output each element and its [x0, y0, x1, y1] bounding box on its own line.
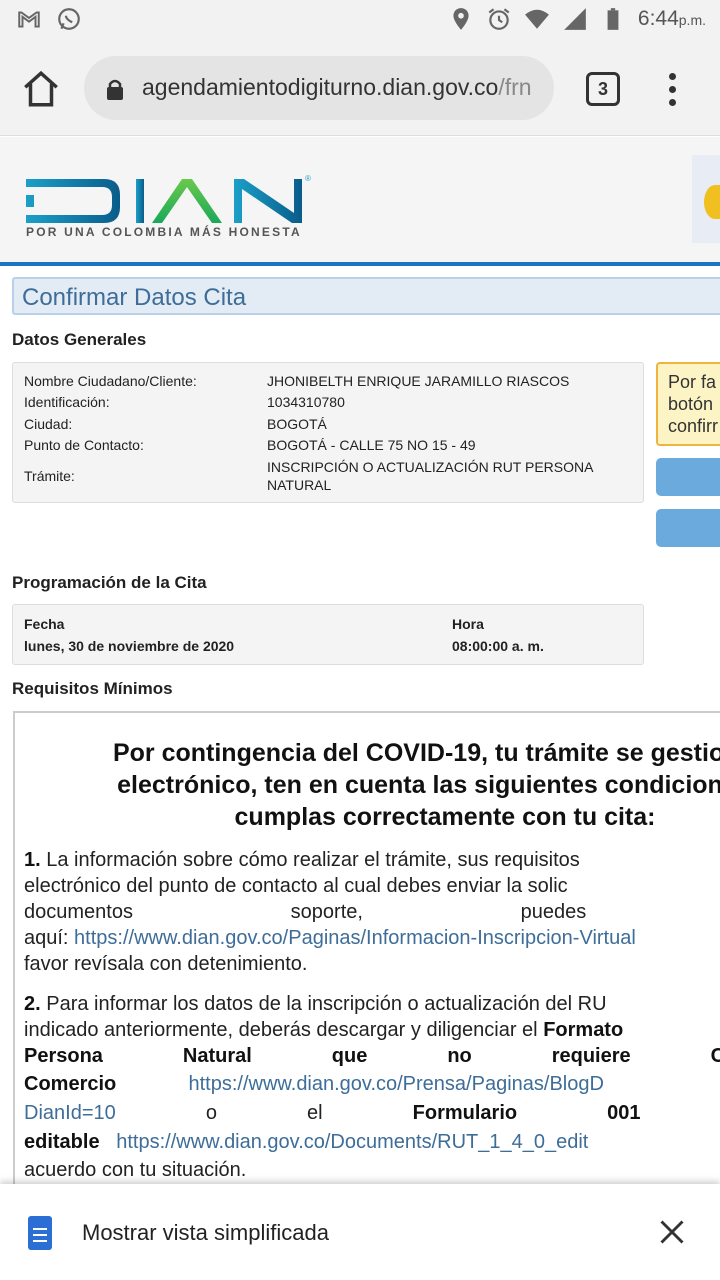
- confirm-button[interactable]: [656, 458, 720, 496]
- covid-headline: Por contingencia del COVID-19, tu trámit…: [112, 739, 720, 831]
- time-value: 08:00:00 a. m.: [452, 638, 544, 654]
- identification-value: 1034310780: [267, 394, 345, 410]
- colombia-crest: [692, 155, 720, 243]
- page-title: Confirmar Datos Cita: [22, 284, 247, 311]
- procedure-label: Trámite:: [24, 468, 75, 484]
- address-bar[interactable]: agendamientodigiturno.dian.gov.co/frn: [84, 56, 554, 120]
- svg-text:®: ®: [305, 174, 311, 183]
- general-data-panel: Nombre Ciudadano/Cliente: JHONIBELTH ENR…: [12, 362, 644, 503]
- close-icon[interactable]: [658, 1218, 686, 1246]
- contact-point-value: BOGOTÁ - CALLE 75 NO 15 - 49: [267, 437, 476, 453]
- status-bar: 6:44p.m.: [0, 0, 720, 40]
- format-download-link[interactable]: https://www.dian.gov.co/Prensa/Paginas/B…: [189, 1073, 604, 1095]
- browser-toolbar: agendamientodigiturno.dian.gov.co/frn 3: [0, 40, 720, 136]
- simplified-view-bar[interactable]: Mostrar vista simplificada: [0, 1184, 720, 1280]
- date-value: lunes, 30 de noviembre de 2020: [24, 638, 235, 654]
- location-icon: [453, 8, 469, 30]
- lock-icon: [107, 79, 123, 100]
- schedule-heading: Programación de la Cita: [12, 573, 207, 592]
- page-title-bar: Confirmar Datos Cita: [12, 277, 720, 315]
- signal-icon: [564, 8, 586, 30]
- contact-point-label: Punto de Contacto:: [24, 437, 144, 453]
- identification-label: Identificación:: [24, 394, 110, 410]
- client-name-value: JHONIBELTH ENRIQUE JARAMILLO RIASCOS: [267, 373, 570, 389]
- alarm-icon: [488, 8, 510, 30]
- header-divider: [0, 262, 720, 266]
- cancel-button[interactable]: [656, 509, 720, 547]
- gmail-icon: [18, 11, 40, 28]
- whatsapp-icon: [58, 8, 80, 30]
- simplified-view-label[interactable]: Mostrar vista simplificada: [82, 1220, 329, 1246]
- time-label: Hora: [452, 616, 484, 632]
- wifi-icon: [524, 9, 549, 29]
- city-value: BOGOTÁ: [267, 416, 327, 432]
- city-label: Ciudad:: [24, 416, 73, 432]
- info-inscription-link[interactable]: https://www.dian.gov.co/Paginas/Informac…: [74, 927, 636, 949]
- notice-line: confirr: [668, 416, 719, 436]
- procedure-value-line2: NATURAL: [267, 477, 332, 493]
- document-icon: [28, 1216, 52, 1250]
- home-icon[interactable]: [20, 68, 62, 110]
- overflow-menu-icon[interactable]: [664, 70, 680, 110]
- notice-line: Por fa: [668, 372, 717, 392]
- requirement-item-2: 2. Para informar los datos de la inscrip…: [24, 993, 720, 1181]
- requirements-box: Por contingencia del COVID-19, tu trámit…: [13, 711, 720, 1211]
- site-header: ® POR UNA COLOMBIA MÁS HONESTA: [0, 137, 720, 262]
- tab-switcher-button[interactable]: 3: [586, 72, 620, 106]
- requirements-heading: Requisitos Mínimos: [12, 679, 173, 698]
- battery-icon: [607, 8, 619, 30]
- notice-line: botón: [668, 394, 714, 414]
- procedure-value: INSCRIPCIÓN O ACTUALIZACIÓN RUT PERSONA: [267, 459, 594, 475]
- url-text: agendamientodigiturno.dian.gov.co/frn: [142, 74, 532, 100]
- date-label: Fecha: [24, 616, 65, 632]
- general-data-heading: Datos Generales: [12, 330, 147, 349]
- rut-form-link[interactable]: https://www.dian.gov.co/Documents/RUT_1_…: [116, 1131, 588, 1153]
- requirement-item-1: 1. La información sobre cómo realizar el…: [24, 849, 636, 975]
- confirm-notice: Por fa botón confirr: [656, 362, 720, 446]
- logo-tagline: POR UNA COLOMBIA MÁS HONESTA: [26, 225, 302, 239]
- client-name-label: Nombre Ciudadano/Cliente:: [24, 373, 197, 389]
- format-link-continuation[interactable]: DianId=10: [24, 1099, 116, 1127]
- schedule-panel: Fecha lunes, 30 de noviembre de 2020 Hor…: [12, 604, 644, 665]
- clock: 6:44p.m.: [637, 7, 706, 30]
